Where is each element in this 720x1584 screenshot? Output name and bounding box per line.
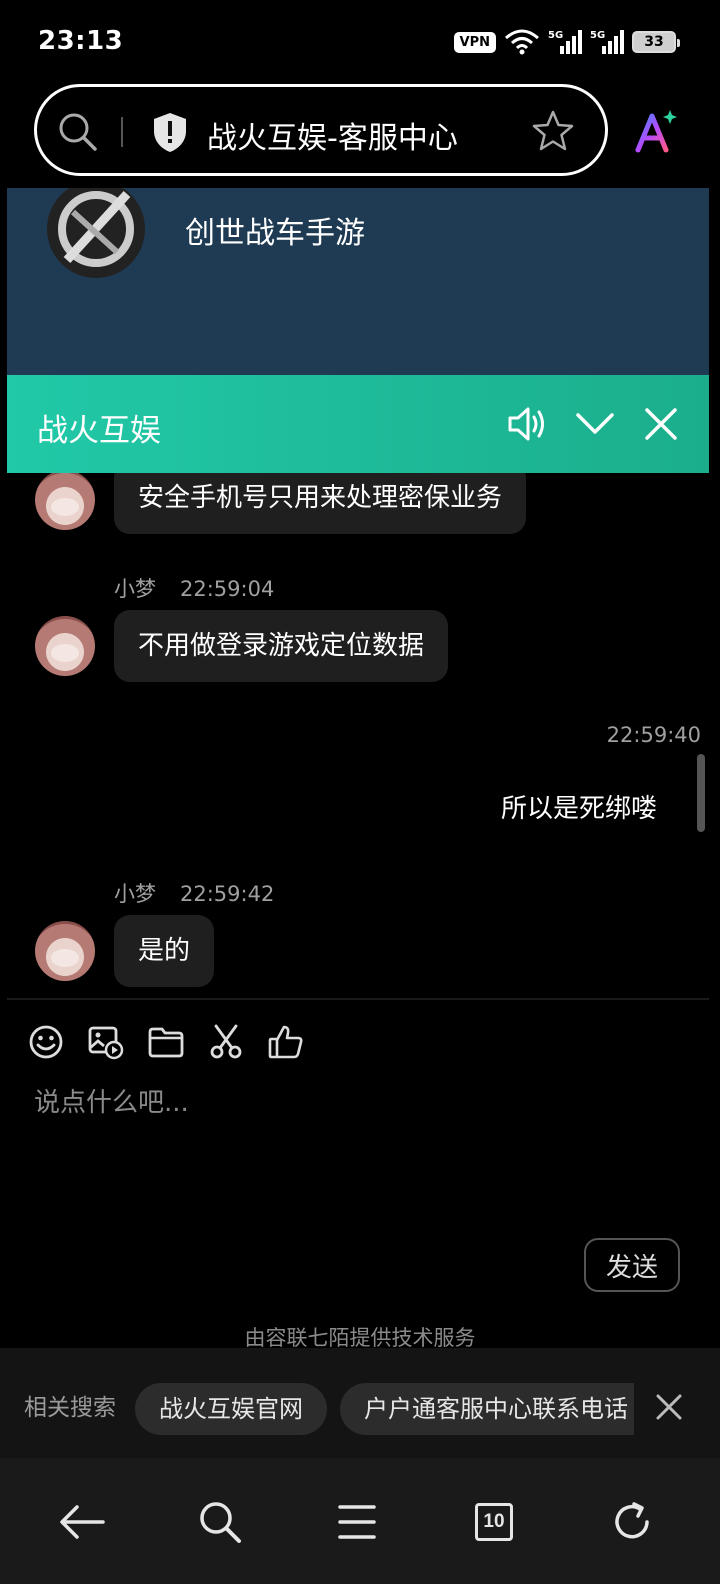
message-bubble: 安全手机号只用来处理密保业务	[114, 473, 527, 534]
agent-avatar	[35, 473, 95, 530]
star-icon[interactable]	[531, 109, 575, 153]
search-button[interactable]	[190, 1492, 250, 1552]
related-search-label: 相关搜索	[24, 1395, 116, 1421]
status-bar: 23:13 VPN 5G 5G 33	[0, 0, 720, 84]
message-time: 22:59:04	[180, 577, 275, 601]
scrollbar[interactable]	[697, 754, 705, 832]
sender-name: 小梦	[114, 882, 156, 906]
divider	[7, 998, 709, 1000]
tabs-icon: 10	[475, 1503, 513, 1541]
image-icon[interactable]	[88, 1024, 124, 1060]
message-time: 22:59:40	[606, 723, 701, 747]
message-list[interactable]: 安全手机号只用来处理密保业务 小梦 22:59:04 不用做登录游戏定位数据 22…	[7, 473, 709, 1000]
refresh-icon	[615, 1502, 649, 1539]
menu-icon	[338, 1505, 376, 1539]
close-icon[interactable]	[643, 405, 679, 443]
status-icons: VPN 5G 5G 33	[453, 28, 680, 56]
message-bubble: 是的	[114, 915, 215, 987]
chat-title: 战火互娱	[37, 413, 161, 449]
message-input[interactable]	[34, 1082, 674, 1222]
scissors-icon[interactable]	[208, 1024, 244, 1060]
related-search-bar: 相关搜索 战火互娱官网 户户通客服中心联系电话	[0, 1348, 720, 1458]
back-arrow-icon	[60, 1505, 105, 1539]
chevron-down-icon[interactable]	[575, 405, 615, 443]
message-meta: 小梦 22:59:42	[114, 878, 274, 908]
close-icon[interactable]	[654, 1392, 684, 1422]
agent-avatar	[35, 616, 95, 676]
game-logo	[47, 188, 145, 278]
signal-5g-icon: 5G	[590, 30, 624, 54]
send-button[interactable]: 发送	[584, 1238, 680, 1292]
menu-button[interactable]	[327, 1492, 387, 1552]
message-meta: 小梦 22:59:04	[114, 573, 274, 603]
message-time: 22:59:42	[180, 882, 275, 906]
agent-avatar	[35, 921, 95, 981]
thumbs-up-icon[interactable]	[268, 1024, 304, 1060]
page-title[interactable]: 战火互娱-客服中心	[207, 113, 458, 157]
battery-icon: 33	[632, 31, 680, 53]
ai-icon[interactable]	[632, 106, 682, 156]
game-name: 创世战车手游	[185, 216, 365, 251]
refresh-button[interactable]	[602, 1492, 662, 1552]
tabs-button[interactable]: 10	[464, 1492, 524, 1552]
search-icon	[200, 1502, 241, 1543]
emoji-icon[interactable]	[28, 1024, 64, 1060]
search-icon[interactable]	[57, 111, 99, 153]
bottom-nav: 10	[0, 1458, 720, 1584]
related-search-chip[interactable]: 战火互娱官网	[135, 1383, 327, 1435]
address-bar[interactable]: 战火互娱-客服中心	[34, 84, 608, 176]
chat-header: 战火互娱	[7, 375, 709, 473]
address-separator	[121, 117, 123, 147]
status-time: 23:13	[38, 26, 124, 56]
speaker-icon[interactable]	[507, 405, 547, 443]
svg-text:5G: 5G	[548, 30, 563, 41]
composer-toolbar	[28, 1024, 304, 1060]
wifi-icon	[505, 29, 539, 55]
vpn-icon: VPN	[453, 31, 496, 53]
related-search-chip[interactable]: 户户通客服中心联系电话	[340, 1383, 634, 1435]
sender-name: 小梦	[114, 577, 156, 601]
folder-icon[interactable]	[148, 1024, 184, 1060]
game-banner: 创世战车手游	[7, 188, 709, 375]
svg-text:5G: 5G	[590, 30, 605, 41]
signal-5g-icon: 5G	[548, 30, 582, 54]
my-message: 所以是死绑喽	[500, 794, 657, 824]
shield-icon[interactable]	[151, 111, 189, 153]
message-bubble: 不用做登录游戏定位数据	[114, 610, 449, 682]
back-button[interactable]	[52, 1492, 112, 1552]
